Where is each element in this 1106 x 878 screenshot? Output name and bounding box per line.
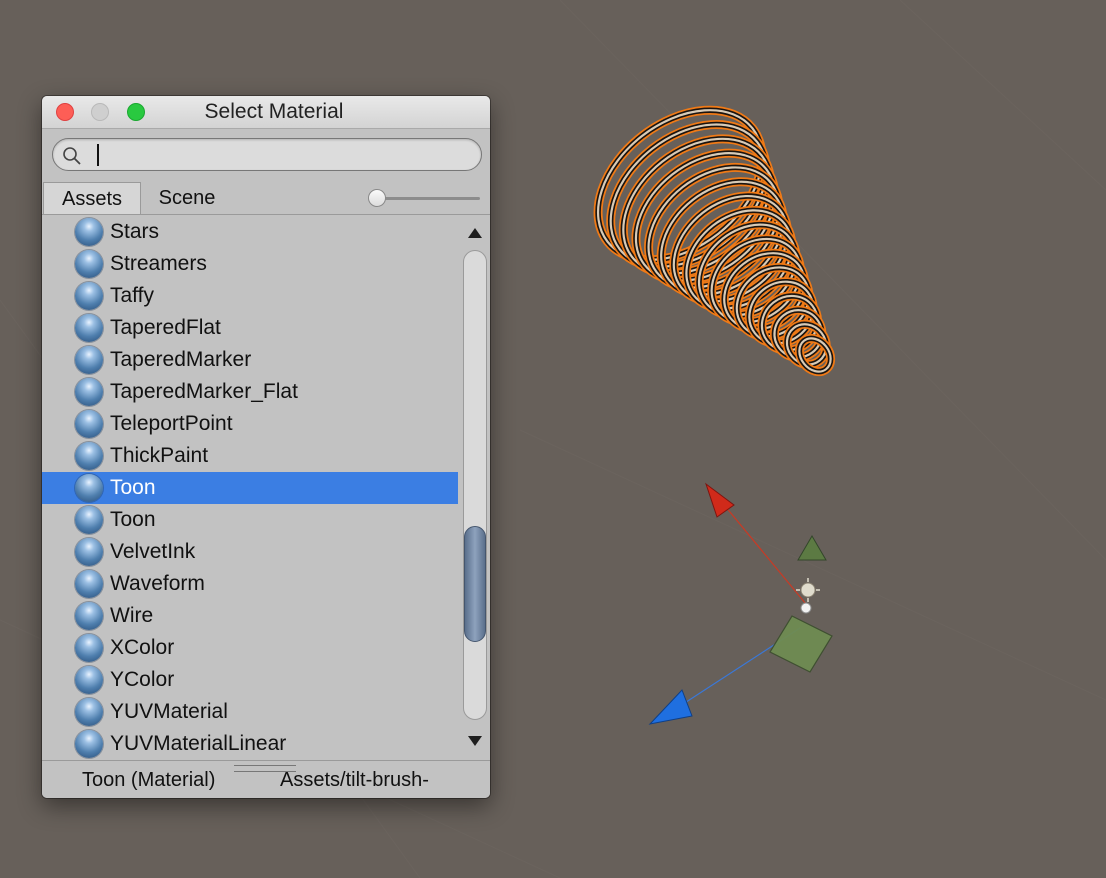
- list-item-label: YUVMaterialLinear: [110, 732, 287, 755]
- window-title: Select Material: [204, 100, 344, 123]
- list-item-label: VelvetInk: [110, 540, 196, 563]
- list-item[interactable]: YUVMaterial: [42, 696, 458, 728]
- material-sphere-icon: [75, 474, 103, 502]
- material-sphere-icon: [75, 666, 103, 694]
- material-sphere-icon: [75, 410, 103, 438]
- list-item-label: ThickPaint: [110, 444, 209, 467]
- gizmo-y-cone[interactable]: [797, 535, 827, 561]
- list-item[interactable]: YColor: [42, 664, 458, 696]
- list-item[interactable]: Stars: [42, 216, 458, 248]
- list-item[interactable]: VelvetInk: [42, 536, 458, 568]
- list-item[interactable]: TaperedFlat: [42, 312, 458, 344]
- material-sphere-icon: [75, 346, 103, 374]
- list-item[interactable]: Wire: [42, 600, 458, 632]
- select-material-window: Select Material Assets Scene Stars Stream…: [42, 96, 490, 798]
- list-item-label: Stars: [110, 220, 160, 243]
- list-item-label: Streamers: [110, 252, 207, 275]
- window-titlebar[interactable]: Select Material: [42, 96, 490, 129]
- search-input[interactable]: [95, 143, 469, 169]
- material-sphere-icon: [75, 218, 103, 246]
- scroll-down-arrow-icon[interactable]: [468, 736, 482, 746]
- list-item[interactable]: Waveform: [42, 568, 458, 600]
- material-sphere-icon: [75, 602, 103, 630]
- selected-material-name: Toon (Material): [82, 769, 216, 791]
- search-icon: [63, 147, 81, 165]
- list-item-label: Toon: [110, 476, 156, 499]
- list-item-label: Taffy: [110, 284, 154, 307]
- list-item-label: TeleportPoint: [110, 412, 233, 435]
- selected-material-path: Assets/tilt-brush-: [280, 769, 429, 791]
- material-list[interactable]: Stars Streamers Taffy TaperedFlat TaperedMar…: [42, 216, 458, 760]
- light-icon[interactable]: [800, 582, 816, 598]
- transform-gizmo[interactable]: [648, 482, 833, 725]
- material-sphere-icon: [75, 250, 103, 278]
- material-sphere-icon: [75, 698, 103, 726]
- list-item-label: TaperedFlat: [110, 316, 221, 339]
- material-sphere-icon: [75, 282, 103, 310]
- list-item[interactable]: Streamers: [42, 248, 458, 280]
- list-item[interactable]: TeleportPoint: [42, 408, 458, 440]
- list-item-label: XColor: [110, 636, 175, 659]
- material-sphere-icon: [75, 538, 103, 566]
- tab-assets[interactable]: Assets: [43, 182, 141, 214]
- list-item-label: Toon: [110, 508, 156, 531]
- list-item[interactable]: Taffy: [42, 280, 458, 312]
- vertical-scrollbar[interactable]: [460, 216, 490, 758]
- list-item[interactable]: TaperedMarker: [42, 344, 458, 376]
- material-sphere-icon: [75, 730, 103, 758]
- text-caret: [97, 144, 99, 166]
- scroll-thumb[interactable]: [464, 526, 486, 643]
- material-sphere-icon: [75, 314, 103, 342]
- gizmo-z-cone[interactable]: [648, 689, 693, 725]
- scroll-up-arrow-icon[interactable]: [468, 228, 482, 238]
- material-sphere-icon: [75, 506, 103, 534]
- zoom-slider-track[interactable]: [376, 197, 480, 200]
- list-item-label: TaperedMarker_Flat: [110, 380, 298, 403]
- spiral-brush-stroke-object[interactable]: [569, 80, 837, 378]
- list-item[interactable]: XColor: [42, 632, 458, 664]
- list-item[interactable]: ThickPaint: [42, 440, 458, 472]
- list-item-label: YUVMaterial: [110, 700, 228, 723]
- list-item[interactable]: YUVMaterialLinear: [42, 728, 458, 760]
- gizmo-center-cube[interactable]: [769, 615, 833, 673]
- material-sphere-icon: [75, 378, 103, 406]
- scroll-track[interactable]: [463, 250, 487, 720]
- camera-icon[interactable]: [800, 602, 812, 614]
- list-item[interactable]: Toon: [42, 472, 458, 504]
- search-bar: [42, 129, 490, 181]
- status-bar: Toon (Material) Assets/tilt-brush-: [42, 760, 490, 798]
- material-sphere-icon: [75, 570, 103, 598]
- gizmo-x-axis: [719, 499, 807, 605]
- list-item-label: YColor: [110, 668, 175, 691]
- material-sphere-icon: [75, 634, 103, 662]
- list-item[interactable]: Toon: [42, 504, 458, 536]
- search-field[interactable]: [52, 138, 482, 171]
- material-sphere-icon: [75, 442, 103, 470]
- list-item[interactable]: TaperedMarker_Flat: [42, 376, 458, 408]
- tab-bar: Assets Scene: [42, 182, 490, 215]
- zoom-slider-thumb[interactable]: [368, 189, 386, 207]
- tab-scene[interactable]: Scene: [142, 182, 232, 214]
- list-item-label: Waveform: [110, 572, 205, 595]
- list-item-label: Wire: [110, 604, 154, 627]
- list-item-label: TaperedMarker: [110, 348, 252, 371]
